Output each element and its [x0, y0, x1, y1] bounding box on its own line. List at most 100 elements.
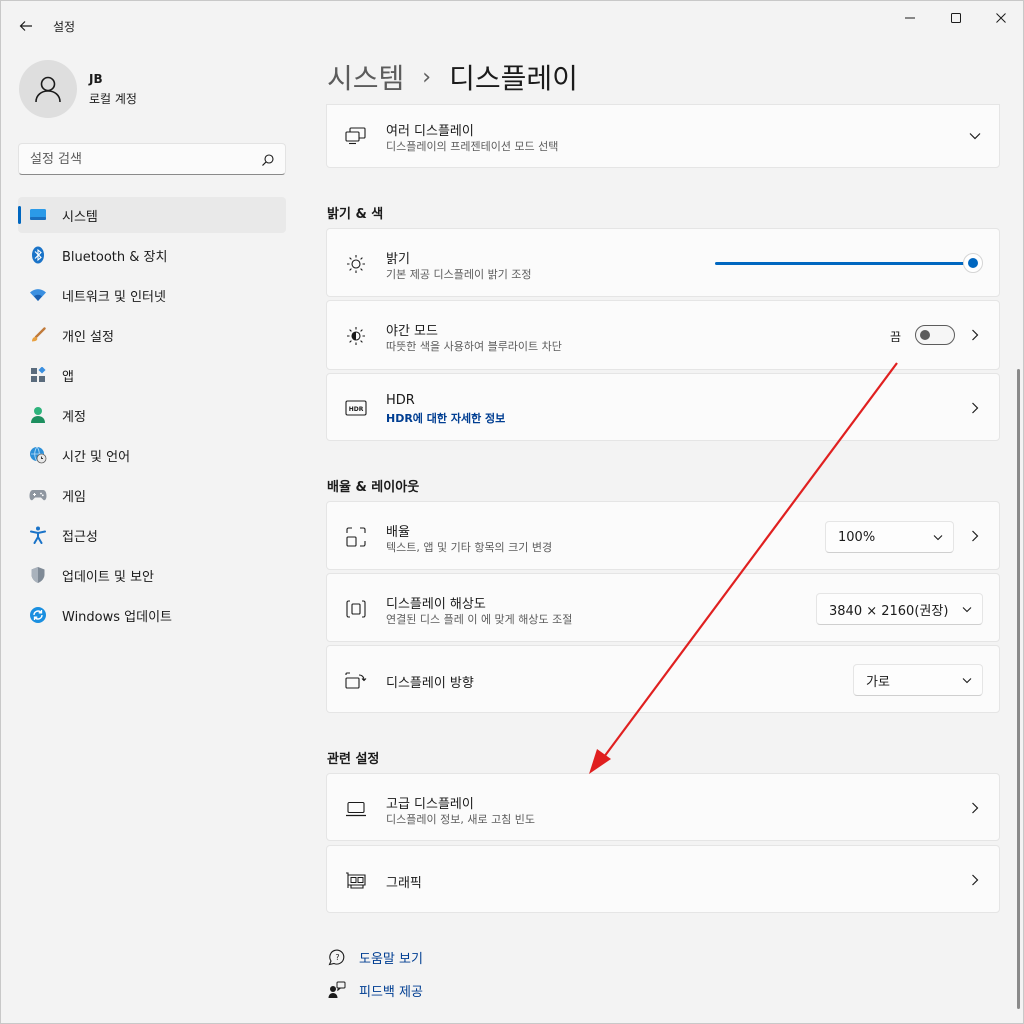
sidebar-item-windows-update[interactable]: Windows 업데이트	[18, 597, 286, 633]
chevron-right-icon[interactable]	[967, 800, 983, 816]
resolution-dropdown[interactable]: 3840 × 2160(권장)	[816, 593, 983, 625]
breadcrumb-parent[interactable]: 시스템	[327, 57, 404, 97]
scale-icon	[345, 526, 367, 548]
sidebar-item-label: Bluetooth & 장치	[62, 249, 168, 265]
card-subtitle: 디스플레이의 프레젠테이션 모드 선택	[386, 140, 559, 153]
chevron-right-icon[interactable]	[967, 327, 983, 343]
section-title: 배율 & 레이아웃	[327, 480, 420, 495]
brightness-slider-thumb[interactable]	[963, 253, 983, 273]
breadcrumb-separator: ›	[422, 64, 432, 90]
search-box[interactable]	[18, 143, 286, 175]
globe-clock-icon	[28, 445, 48, 465]
orientation-dropdown[interactable]: 가로	[853, 664, 983, 696]
multiple-displays-card[interactable]: 여러 디스플레이 디스플레이의 프레젠테이션 모드 선택	[326, 104, 1000, 168]
minimize-button[interactable]	[887, 1, 933, 35]
graphics-card-icon	[345, 870, 367, 892]
sidebar-item-gaming[interactable]: 게임	[18, 477, 286, 513]
scale-dropdown[interactable]: 100%	[825, 521, 954, 553]
chevron-down-icon[interactable]	[967, 128, 983, 144]
feedback-link[interactable]: 피드백 제공	[327, 980, 423, 1000]
scrollbar[interactable]	[1017, 369, 1020, 1009]
sidebar-item-label: 계정	[62, 409, 86, 425]
card-title: HDR	[386, 393, 415, 408]
chevron-right-icon[interactable]	[967, 528, 983, 544]
help-link[interactable]: ? 도움말 보기	[327, 947, 423, 967]
laptop-icon	[345, 798, 367, 820]
sidebar-item-bluetooth[interactable]: Bluetooth & 장치	[18, 237, 286, 273]
profile-text: JB 로컬 계정	[89, 72, 137, 107]
svg-text:HDR: HDR	[349, 406, 364, 413]
section-title: 관련 설정	[327, 752, 380, 767]
sun-icon	[345, 253, 367, 275]
help-link-label: 도움말 보기	[359, 951, 423, 967]
brush-icon	[28, 325, 48, 345]
card-title: 여러 디스플레이	[386, 124, 474, 139]
sidebar-item-system[interactable]: 시스템	[18, 197, 286, 233]
sidebar-item-time-language[interactable]: 시간 및 언어	[18, 437, 286, 473]
toggle-state-label: 끔	[889, 330, 901, 344]
card-subtitle: 따뜻한 색을 사용하여 블루라이트 차단	[386, 340, 562, 353]
gamepad-icon	[28, 485, 48, 505]
sidebar-item-accessibility[interactable]: 접근성	[18, 517, 286, 553]
card-subtitle: 디스플레이 정보, 새로 고침 빈도	[386, 813, 536, 826]
hdr-icon: HDR	[345, 397, 367, 419]
account-icon	[28, 405, 48, 425]
night-light-card[interactable]: 야간 모드 따뜻한 색을 사용하여 블루라이트 차단 끔	[326, 300, 1000, 370]
profile-account-type: 로컬 계정	[89, 91, 137, 106]
sync-icon	[28, 605, 48, 625]
dropdown-value: 100%	[838, 529, 876, 545]
minimize-icon	[905, 17, 915, 19]
card-title: 그래픽	[386, 876, 422, 891]
sidebar-item-label: 게임	[62, 489, 86, 505]
maximize-button[interactable]	[933, 1, 979, 35]
graphics-card[interactable]: 그래픽	[326, 845, 1000, 913]
svg-text:?: ?	[335, 953, 339, 962]
chevron-right-icon[interactable]	[967, 400, 983, 416]
sidebar-item-label: Windows 업데이트	[62, 609, 173, 625]
orientation-card: 디스플레이 방향 가로	[326, 645, 1000, 713]
orientation-icon	[345, 670, 367, 692]
breadcrumb: 시스템 › 디스플레이	[327, 57, 578, 97]
sidebar-item-apps[interactable]: 앱	[18, 357, 286, 393]
sidebar-item-update-security[interactable]: 업데이트 및 보안	[18, 557, 286, 593]
monitor-icon	[28, 205, 48, 225]
sidebar-item-personalization[interactable]: 개인 설정	[18, 317, 286, 353]
apps-icon	[28, 365, 48, 385]
app-title: 설정	[53, 20, 76, 34]
title-bar: 설정	[1, 1, 1023, 49]
help-icon: ?	[327, 947, 347, 967]
hdr-info-link[interactable]: HDR에 대한 자세한 정보	[386, 410, 505, 426]
sidebar-item-network[interactable]: 네트워크 및 인터넷	[18, 277, 286, 313]
advanced-display-card[interactable]: 고급 디스플레이 디스플레이 정보, 새로 고침 빈도	[326, 773, 1000, 841]
chevron-right-icon[interactable]	[967, 872, 983, 888]
feedback-icon	[327, 980, 347, 1000]
user-profile[interactable]: JB 로컬 계정	[19, 59, 137, 119]
profile-name: JB	[89, 71, 103, 86]
sidebar-item-accounts[interactable]: 계정	[18, 397, 286, 433]
multi-monitor-icon	[345, 125, 367, 147]
card-title: 야간 모드	[386, 324, 438, 339]
card-title: 디스플레이 방향	[386, 676, 474, 691]
card-subtitle: 텍스트, 앱 및 기타 항목의 크기 변경	[386, 541, 553, 554]
back-button[interactable]	[13, 13, 39, 39]
scale-card[interactable]: 배율 텍스트, 앱 및 기타 항목의 크기 변경 100%	[326, 501, 1000, 570]
section-title: 밝기 & 색	[327, 207, 384, 222]
bluetooth-icon	[28, 245, 48, 265]
accessibility-icon	[28, 525, 48, 545]
night-light-toggle[interactable]	[915, 325, 955, 345]
hdr-card[interactable]: HDR HDR HDR에 대한 자세한 정보	[326, 373, 1000, 441]
sidebar-item-label: 네트워크 및 인터넷	[62, 289, 166, 305]
arrow-left-icon	[19, 21, 32, 31]
sidebar-item-label: 시스템	[62, 209, 98, 225]
sidebar-item-label: 업데이트 및 보안	[62, 569, 154, 585]
search-input[interactable]	[30, 151, 250, 167]
card-subtitle: 연결된 디스 플레 이 에 맞게 해상도 조절	[386, 613, 573, 626]
chevron-down-icon	[933, 530, 943, 545]
wifi-icon	[28, 285, 48, 305]
close-button[interactable]	[978, 1, 1024, 35]
sidebar-nav: 시스템 Bluetooth & 장치 네트워크 및 인터넷 개인 설정 앱 계정…	[18, 197, 286, 637]
dropdown-value: 3840 × 2160(권장)	[829, 603, 949, 619]
brightness-slider-track[interactable]	[715, 262, 973, 265]
search-icon[interactable]	[261, 152, 275, 171]
avatar	[19, 60, 77, 118]
